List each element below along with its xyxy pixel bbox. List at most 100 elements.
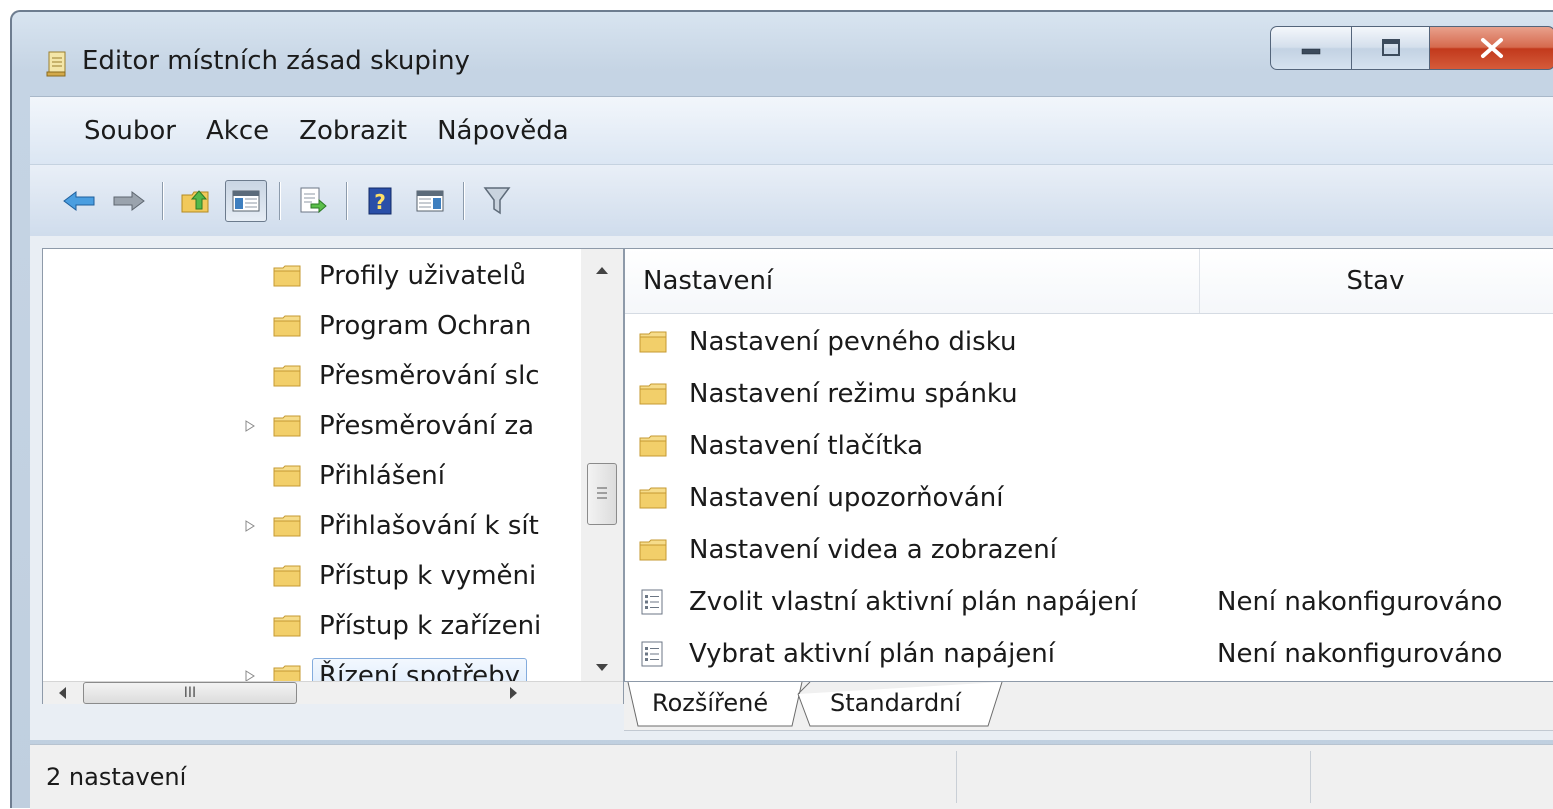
- tree-item[interactable]: Přihlášení: [273, 453, 563, 499]
- policy-setting-icon: [641, 641, 663, 667]
- tree-item[interactable]: Přístup k vyměni: [273, 553, 563, 599]
- row-setting-name: Nastavení režimu spánku: [689, 379, 1018, 409]
- row-setting-name: Zvolit vlastní aktivní plán napájení: [689, 587, 1138, 617]
- menu-action[interactable]: Akce: [196, 116, 279, 146]
- tree-vertical-scrollbar[interactable]: [581, 249, 623, 681]
- tree-pane: Profily uživatelů Program Ochran Přesměr…: [42, 248, 624, 704]
- folder-icon: [639, 435, 667, 457]
- title-bar[interactable]: Editor místních zásad skupiny: [12, 12, 1553, 96]
- svg-text:?: ?: [374, 190, 386, 214]
- settings-list-pane: Nastavení Stav Nastavení pevného disku N…: [624, 248, 1553, 682]
- toolbar: ?: [30, 164, 1553, 237]
- export-list-button[interactable]: [292, 180, 334, 222]
- up-folder-icon: [181, 190, 209, 213]
- tab-extended[interactable]: Rozšířené: [652, 682, 768, 724]
- tree-item[interactable]: Přístup k zařízeni: [273, 603, 563, 649]
- tree-item[interactable]: Přesměrování slc: [273, 353, 563, 399]
- list-row[interactable]: Nastavení upozorňování: [625, 473, 1553, 523]
- toolbar-separator: [279, 182, 280, 220]
- list-row[interactable]: Nastavení videa a zobrazení: [625, 525, 1553, 575]
- minimize-button[interactable]: [1270, 26, 1352, 70]
- up-button[interactable]: [175, 180, 217, 222]
- row-setting-name: Nastavení videa a zobrazení: [689, 535, 1057, 565]
- tree-item-label: Přístup k zařízeni: [319, 611, 542, 641]
- folder-icon: [639, 383, 667, 405]
- filter-button[interactable]: [476, 180, 518, 222]
- tree-item[interactable]: Přesměrování za: [273, 403, 563, 449]
- row-setting-name: Nastavení tlačítka: [689, 431, 923, 461]
- folder-icon: [273, 415, 301, 437]
- status-bar: 2 nastavení: [30, 744, 1553, 809]
- tree-horizontal-scrollbar[interactable]: III: [43, 681, 623, 704]
- show-action-pane-icon: [416, 190, 444, 212]
- list-row[interactable]: Zvolit vlastní aktivní plán napájení Nen…: [625, 577, 1553, 627]
- folder-icon: [273, 465, 301, 487]
- help-button[interactable]: ?: [359, 180, 401, 222]
- maximize-button[interactable]: [1352, 26, 1430, 70]
- scroll-down-arrow-icon[interactable]: [595, 663, 609, 673]
- scroll-right-arrow-icon[interactable]: [509, 686, 519, 700]
- menu-view[interactable]: Zobrazit: [289, 116, 417, 146]
- tree-item-label: Přesměrování slc: [319, 361, 540, 391]
- caption-buttons: [1270, 26, 1553, 72]
- folder-icon: [273, 565, 301, 587]
- horizontal-scroll-thumb[interactable]: III: [83, 682, 297, 704]
- status-text: 2 nastavení: [46, 763, 187, 791]
- menu-file[interactable]: Soubor: [74, 116, 186, 146]
- toolbar-separator: [463, 182, 464, 220]
- folder-icon: [273, 365, 301, 387]
- tree-item-label: Přihlašování k sít: [319, 511, 539, 541]
- list-row[interactable]: Vybrat aktivní plán napájení Není nakonf…: [625, 629, 1553, 679]
- folder-icon: [639, 331, 667, 353]
- vertical-scroll-thumb[interactable]: [587, 463, 617, 525]
- folder-icon: [273, 515, 301, 537]
- row-setting-name: Nastavení upozorňování: [689, 483, 1004, 513]
- row-state: Není nakonfigurováno: [1217, 587, 1503, 617]
- folder-icon: [639, 539, 667, 561]
- export-list-icon: [300, 187, 327, 214]
- back-arrow-icon: [63, 191, 95, 211]
- tree-item[interactable]: Program Ochran: [273, 303, 563, 349]
- status-divider: [1310, 751, 1311, 803]
- tab-standard[interactable]: Standardní: [830, 682, 961, 724]
- list-row[interactable]: Nastavení pevného disku: [625, 317, 1553, 367]
- minimize-icon: [1301, 48, 1321, 55]
- maximize-icon: [1381, 39, 1400, 56]
- content-area: Profily uživatelů Program Ochran Přesměr…: [30, 236, 1553, 740]
- scroll-grip-icon: [597, 487, 607, 499]
- show-hide-tree-icon: [232, 190, 260, 212]
- expand-arrow-icon[interactable]: [245, 520, 255, 532]
- tree-item-label: Přihlášení: [319, 461, 446, 491]
- scroll-up-arrow-icon[interactable]: [595, 265, 609, 275]
- column-header-state[interactable]: Stav: [1199, 249, 1551, 313]
- close-button[interactable]: [1430, 26, 1553, 70]
- row-setting-name: Vybrat aktivní plán napájení: [689, 639, 1055, 669]
- list-row[interactable]: Nastavení režimu spánku: [625, 369, 1553, 419]
- expand-arrow-icon[interactable]: [245, 420, 255, 432]
- close-icon: [1481, 38, 1503, 58]
- column-header-setting[interactable]: Nastavení: [643, 249, 1199, 313]
- status-divider: [956, 751, 957, 803]
- filter-icon: [483, 187, 511, 215]
- toolbar-separator: [162, 182, 163, 220]
- tree-item[interactable]: Profily uživatelů: [273, 253, 563, 299]
- tree-item-label: Profily uživatelů: [319, 261, 527, 291]
- window-title: Editor místních zásad skupiny: [82, 46, 470, 76]
- scroll-left-arrow-icon[interactable]: [57, 686, 67, 700]
- back-button[interactable]: [58, 180, 100, 222]
- list-header: Nastavení Stav: [625, 249, 1553, 314]
- tree-item-label: Přístup k vyměni: [319, 561, 537, 591]
- view-tabs: Rozšířené Standardní: [624, 682, 1553, 731]
- forward-button[interactable]: [108, 180, 150, 222]
- app-icon[interactable]: [46, 50, 68, 78]
- show-hide-tree-button[interactable]: [225, 180, 267, 222]
- tree-item-label: Program Ochran: [319, 311, 532, 341]
- toolbar-separator: [346, 182, 347, 220]
- help-icon: ?: [368, 187, 392, 215]
- menu-help[interactable]: Nápověda: [427, 116, 579, 146]
- folder-icon: [273, 265, 301, 287]
- tree-item[interactable]: Přihlašování k sít: [273, 503, 563, 549]
- row-state: Není nakonfigurováno: [1217, 639, 1503, 669]
- list-row[interactable]: Nastavení tlačítka: [625, 421, 1553, 471]
- show-action-pane-button[interactable]: [409, 180, 451, 222]
